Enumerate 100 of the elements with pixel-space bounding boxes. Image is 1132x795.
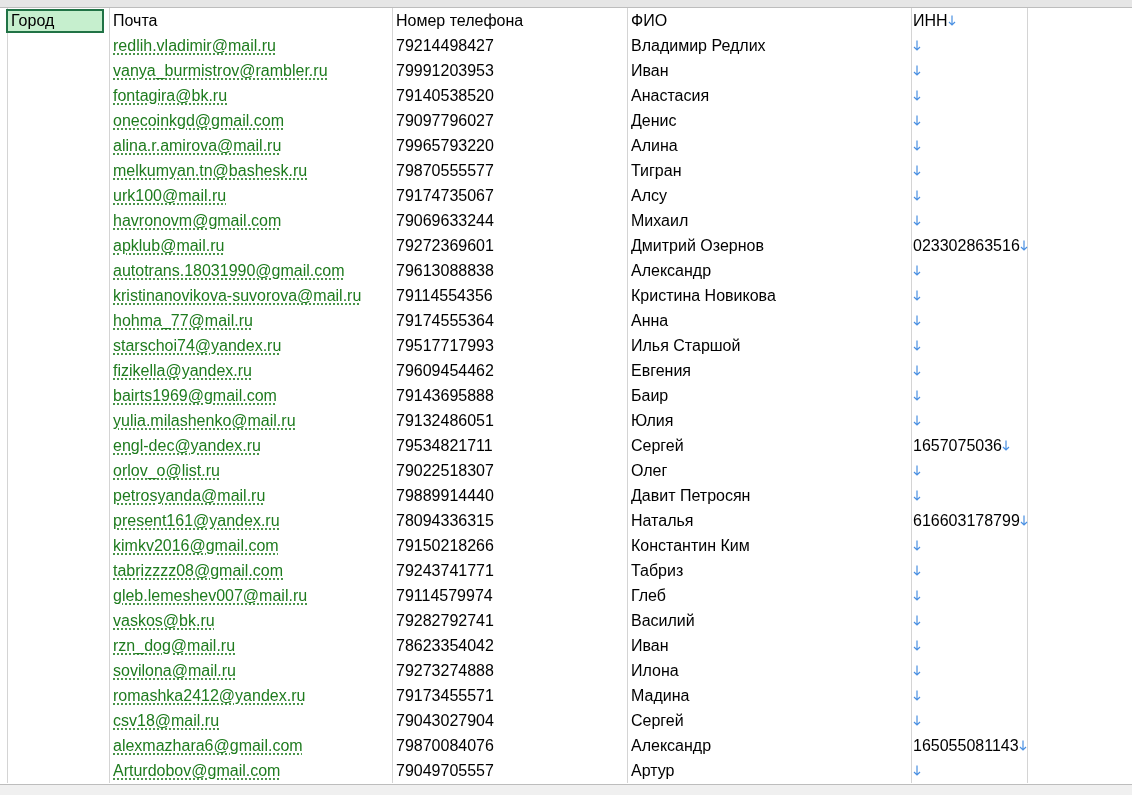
line-break-icon xyxy=(913,190,921,201)
table-cell-text: Юлия xyxy=(631,410,674,431)
email-link[interactable]: fizikella@yandex.ru xyxy=(113,358,252,383)
table-cell-text: Мадина xyxy=(631,685,690,706)
table-cell-text: Денис xyxy=(631,110,677,131)
table-cell-text: Михаил xyxy=(631,210,689,231)
table-cell-text: 79022518307 xyxy=(396,460,494,481)
table-cell-text: Табриз xyxy=(631,560,684,581)
table-cell-text: Глеб xyxy=(631,585,666,606)
email-link[interactable]: apklub@mail.ru xyxy=(113,233,225,258)
email-link[interactable]: present161@yandex.ru xyxy=(113,508,280,533)
table-cell-text: 79114554356 xyxy=(396,285,493,306)
table-cell-text: Сергей xyxy=(631,710,684,731)
table-cell-text: Почта xyxy=(113,10,158,31)
table-cell[interactable]: Город xyxy=(6,8,104,33)
email-link[interactable]: yulia.milashenko@mail.ru xyxy=(113,408,296,433)
email-link[interactable]: alina.r.amirova@mail.ru xyxy=(113,133,282,158)
table-cell-text: Владимир Редлих xyxy=(631,35,766,56)
email-link[interactable]: starschoi74@yandex.ru xyxy=(113,333,282,358)
table-cell-text: Александр xyxy=(631,735,712,756)
line-break-icon xyxy=(1019,240,1028,251)
table-cell-text: 79150218266 xyxy=(396,535,494,556)
line-break-icon xyxy=(1018,740,1027,751)
table-cell-text: Давит Петросян xyxy=(631,485,751,506)
email-link[interactable]: melkumyan.tn@bashesk.ru xyxy=(113,158,308,183)
email-link[interactable]: onecoinkgd@gmail.com xyxy=(113,108,284,133)
table-cell-text: Анастасия xyxy=(631,85,710,106)
table-cell-text: 79043027904 xyxy=(396,710,494,731)
table-cell-text: 79609454462 xyxy=(396,360,494,381)
line-break-icon xyxy=(913,690,921,701)
table-cell-text: 165055081143 xyxy=(913,735,1019,756)
email-link[interactable]: alexmazhara6@gmail.com xyxy=(113,733,303,758)
email-link[interactable]: fontagira@bk.ru xyxy=(113,83,228,108)
line-break-icon xyxy=(1002,440,1010,451)
table-cell-text: 79214498427 xyxy=(396,35,494,56)
email-link[interactable]: vanya_burmistrov@rambler.ru xyxy=(113,58,328,83)
table-cell-text: Иван xyxy=(631,635,669,656)
table-cell-text: 79174735067 xyxy=(396,185,494,206)
email-link[interactable]: orlov_o@list.ru xyxy=(113,458,220,483)
table-cell-text: Алина xyxy=(631,135,678,156)
line-break-icon xyxy=(913,340,921,351)
email-link[interactable]: romashka2412@yandex.ru xyxy=(113,683,306,708)
line-break-icon xyxy=(913,615,921,626)
email-link[interactable]: redlih.vladimir@mail.ru xyxy=(113,33,276,58)
line-break-icon xyxy=(913,90,921,101)
line-break-icon xyxy=(913,315,921,326)
table-cell-text: Илья Старшой xyxy=(631,335,741,356)
table-cell-text: 79243741771 xyxy=(396,560,494,581)
email-link[interactable]: tabrizzzz08@gmail.com xyxy=(113,558,284,583)
table-cell-text: 79272369601 xyxy=(396,235,494,256)
table-cell-text: 023302863516 xyxy=(913,235,1020,256)
line-break-icon xyxy=(913,540,921,551)
email-link[interactable]: petrosyanda@mail.ru xyxy=(113,483,266,508)
table-cell-text: Илона xyxy=(631,660,679,681)
email-link[interactable]: vaskos@bk.ru xyxy=(113,608,215,633)
email-link[interactable]: hohma_77@mail.ru xyxy=(113,308,253,333)
table-cell-text: 79140538520 xyxy=(396,85,494,106)
line-break-icon xyxy=(913,140,921,151)
line-break-icon xyxy=(913,765,921,776)
table-cell-text: Артур xyxy=(631,760,675,781)
table-cell-text: 79889914440 xyxy=(396,485,494,506)
email-link[interactable]: rzn_dog@mail.ru xyxy=(113,633,236,658)
line-break-icon xyxy=(913,490,921,501)
email-link[interactable]: Arturdobov@gmail.com xyxy=(113,758,281,783)
line-break-icon xyxy=(913,565,921,576)
table-cell-text: Александр xyxy=(631,260,712,281)
table-cell-text: Тигран xyxy=(631,160,682,181)
email-link[interactable]: csv18@mail.ru xyxy=(113,708,220,733)
line-break-icon xyxy=(913,465,921,476)
email-link[interactable]: kimkv2016@gmail.com xyxy=(113,533,279,558)
table-cell-text: Сергей xyxy=(631,435,684,456)
table-cell-text: Анна xyxy=(631,310,669,331)
table-cell-text: Наталья xyxy=(631,510,694,531)
line-break-icon xyxy=(913,365,921,376)
table-cell-text: 79173455571 xyxy=(396,685,494,706)
line-break-icon xyxy=(913,415,921,426)
table-cell-text: Кристина Новикова xyxy=(631,285,776,306)
email-link[interactable]: gleb.lemeshev007@mail.ru xyxy=(113,583,308,608)
table-cell-text: 79517717993 xyxy=(396,335,494,356)
line-break-icon xyxy=(913,590,921,601)
table-cell-text: Иван xyxy=(631,60,669,81)
line-break-icon xyxy=(947,15,956,26)
email-link[interactable]: urk100@mail.ru xyxy=(113,183,227,208)
table-cell-text: 79870084076 xyxy=(396,735,494,756)
table-cell-text: 79273274888 xyxy=(396,660,494,681)
table-cell-text: 1657075036 xyxy=(913,435,1002,456)
table-cell-text: 79174555364 xyxy=(396,310,494,331)
email-link[interactable]: havronovm@gmail.com xyxy=(113,208,282,233)
table-cell-text: 79049705557 xyxy=(396,760,494,781)
email-link[interactable]: kristinanovikova-suvorova@mail.ru xyxy=(113,283,362,308)
line-break-icon xyxy=(913,40,921,51)
email-link[interactable]: sovilona@mail.ru xyxy=(113,658,236,683)
line-break-icon xyxy=(913,390,921,401)
email-link[interactable]: engl-dec@yandex.ru xyxy=(113,433,261,458)
table-cell-text: Евгения xyxy=(631,360,691,381)
table-cell-text: Баир xyxy=(631,385,669,406)
line-break-icon xyxy=(913,215,921,226)
table-cell-text: ФИО xyxy=(631,10,668,31)
email-link[interactable]: bairts1969@gmail.com xyxy=(113,383,277,408)
email-link[interactable]: autotrans.18031990@gmail.com xyxy=(113,258,345,283)
